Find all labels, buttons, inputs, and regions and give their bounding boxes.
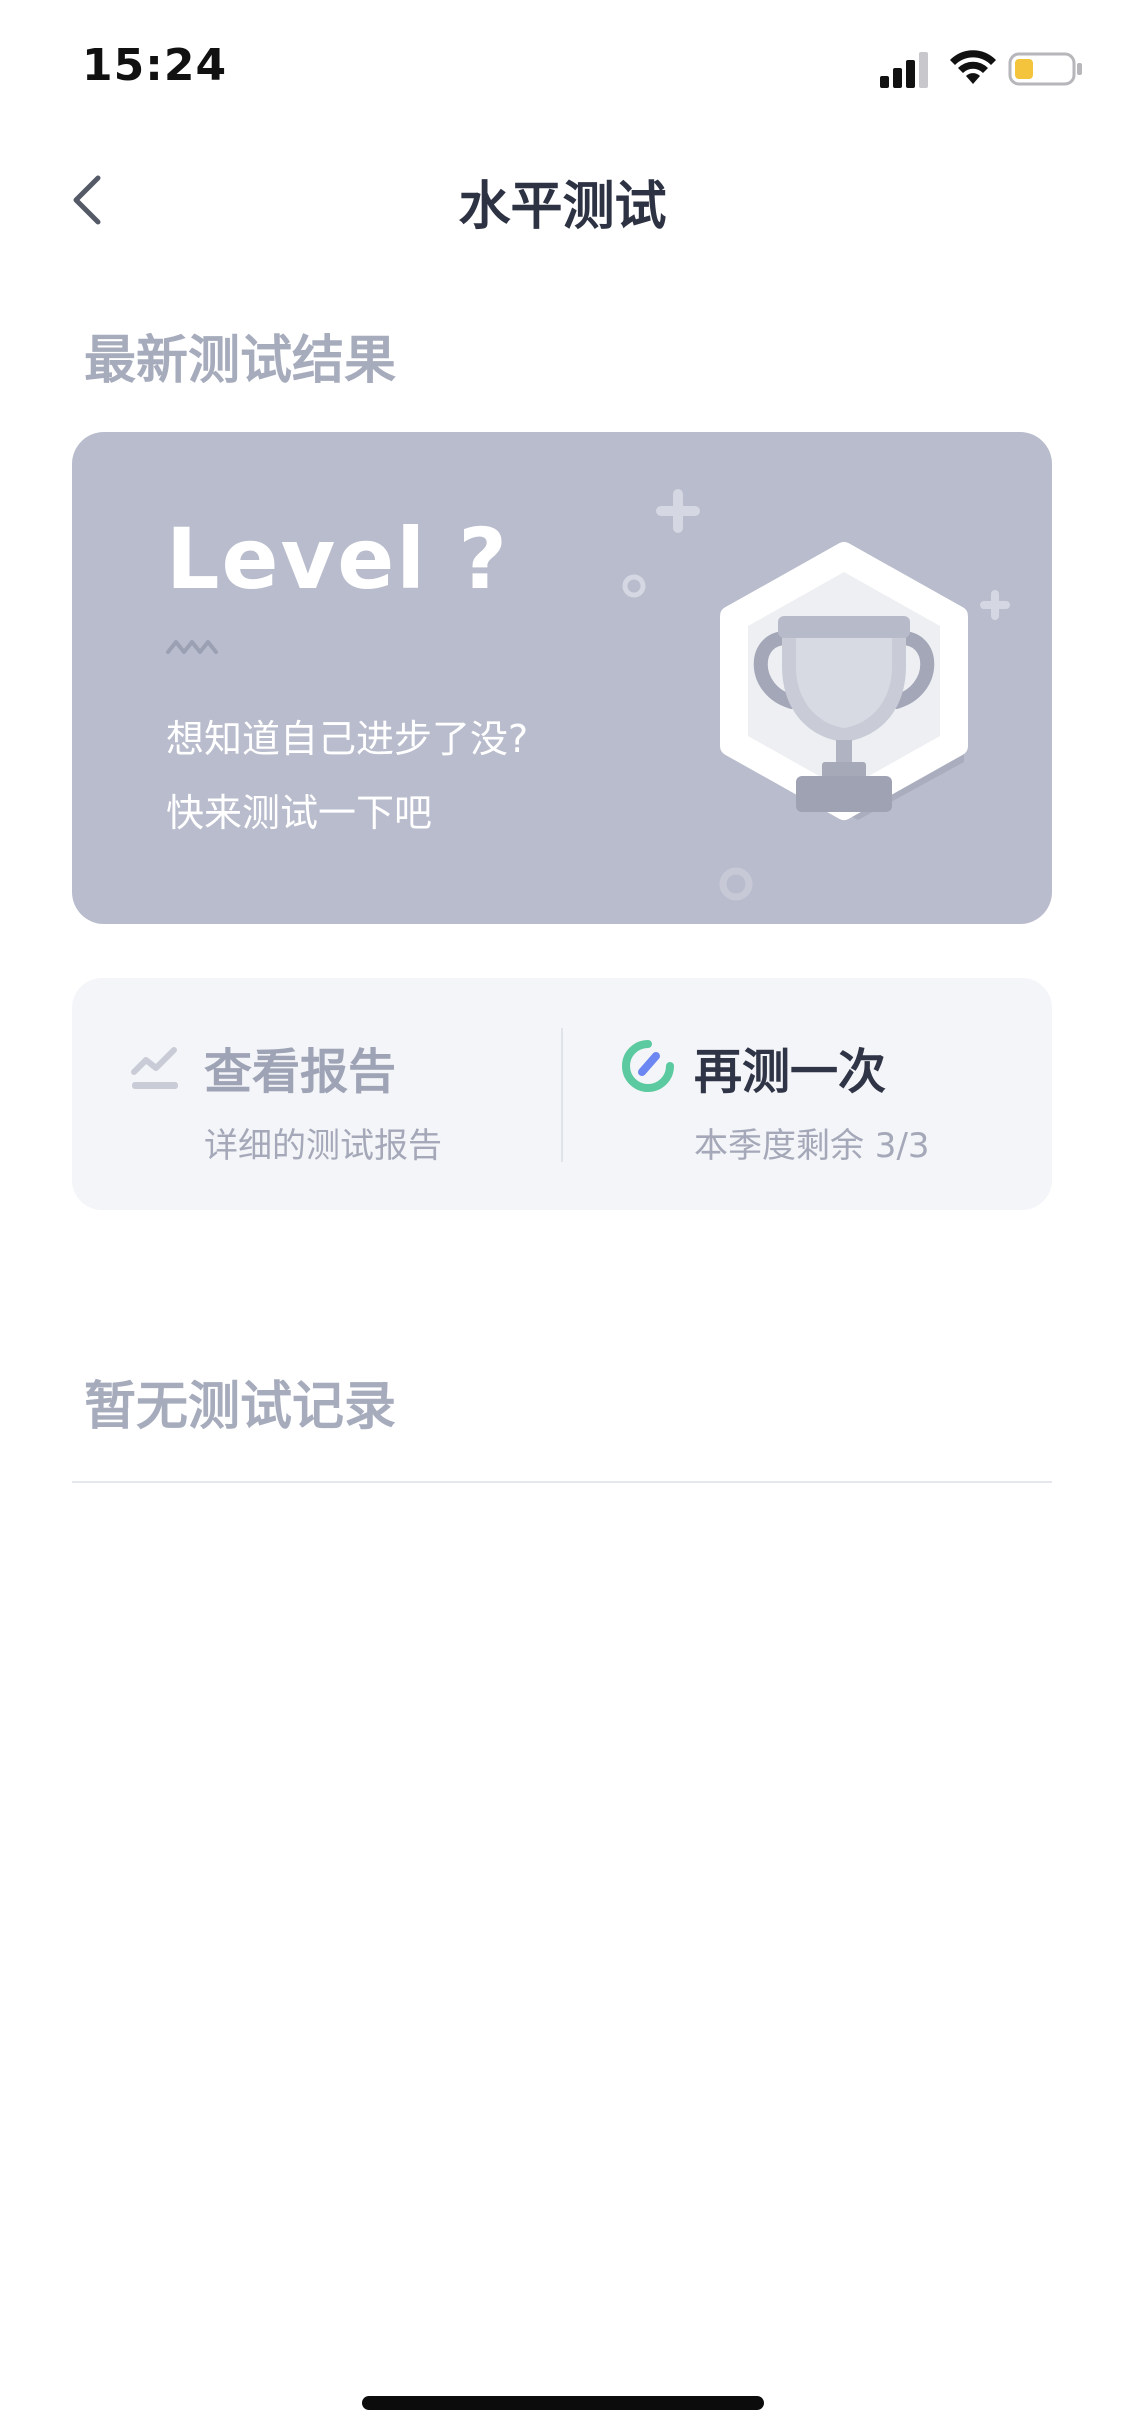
view-report-subtitle: 详细的测试报告: [204, 1126, 442, 1166]
squiggle-decoration: [166, 640, 218, 654]
hero-description-line2: 快来测试一下吧: [166, 791, 433, 835]
wifi-icon: [950, 50, 996, 84]
level-text: Level ?: [166, 510, 509, 608]
section-title-latest: 最新测试结果: [84, 331, 397, 391]
actions-divider: [561, 1028, 563, 1162]
retest-remaining-text: 本季度剩余 3/3: [694, 1126, 930, 1166]
trophy-icon: [622, 489, 1010, 901]
no-records-text: 暂无测试记录: [84, 1377, 397, 1437]
actions-card: 查看报告 详细的测试报告 再测一次 本季度剩余 3/3: [72, 978, 1052, 1210]
chart-line-icon[interactable]: [130, 1042, 182, 1094]
status-time: 15:24: [82, 40, 228, 91]
retest-button[interactable]: 再测一次: [694, 1032, 886, 1102]
latest-result-card[interactable]: Level ? 想知道自己进步了没? 快来测试一下吧: [72, 432, 1052, 924]
page-title: 水平测试: [458, 177, 667, 237]
cellular-signal-icon: [880, 52, 928, 88]
retest-progress-icon[interactable]: [620, 1038, 676, 1094]
battery-icon: [1008, 52, 1082, 86]
history-divider: [72, 1481, 1052, 1483]
home-indicator[interactable]: [362, 2396, 764, 2410]
hero-description-line1: 想知道自己进步了没?: [166, 717, 529, 761]
view-report-button[interactable]: 查看报告: [204, 1032, 396, 1102]
